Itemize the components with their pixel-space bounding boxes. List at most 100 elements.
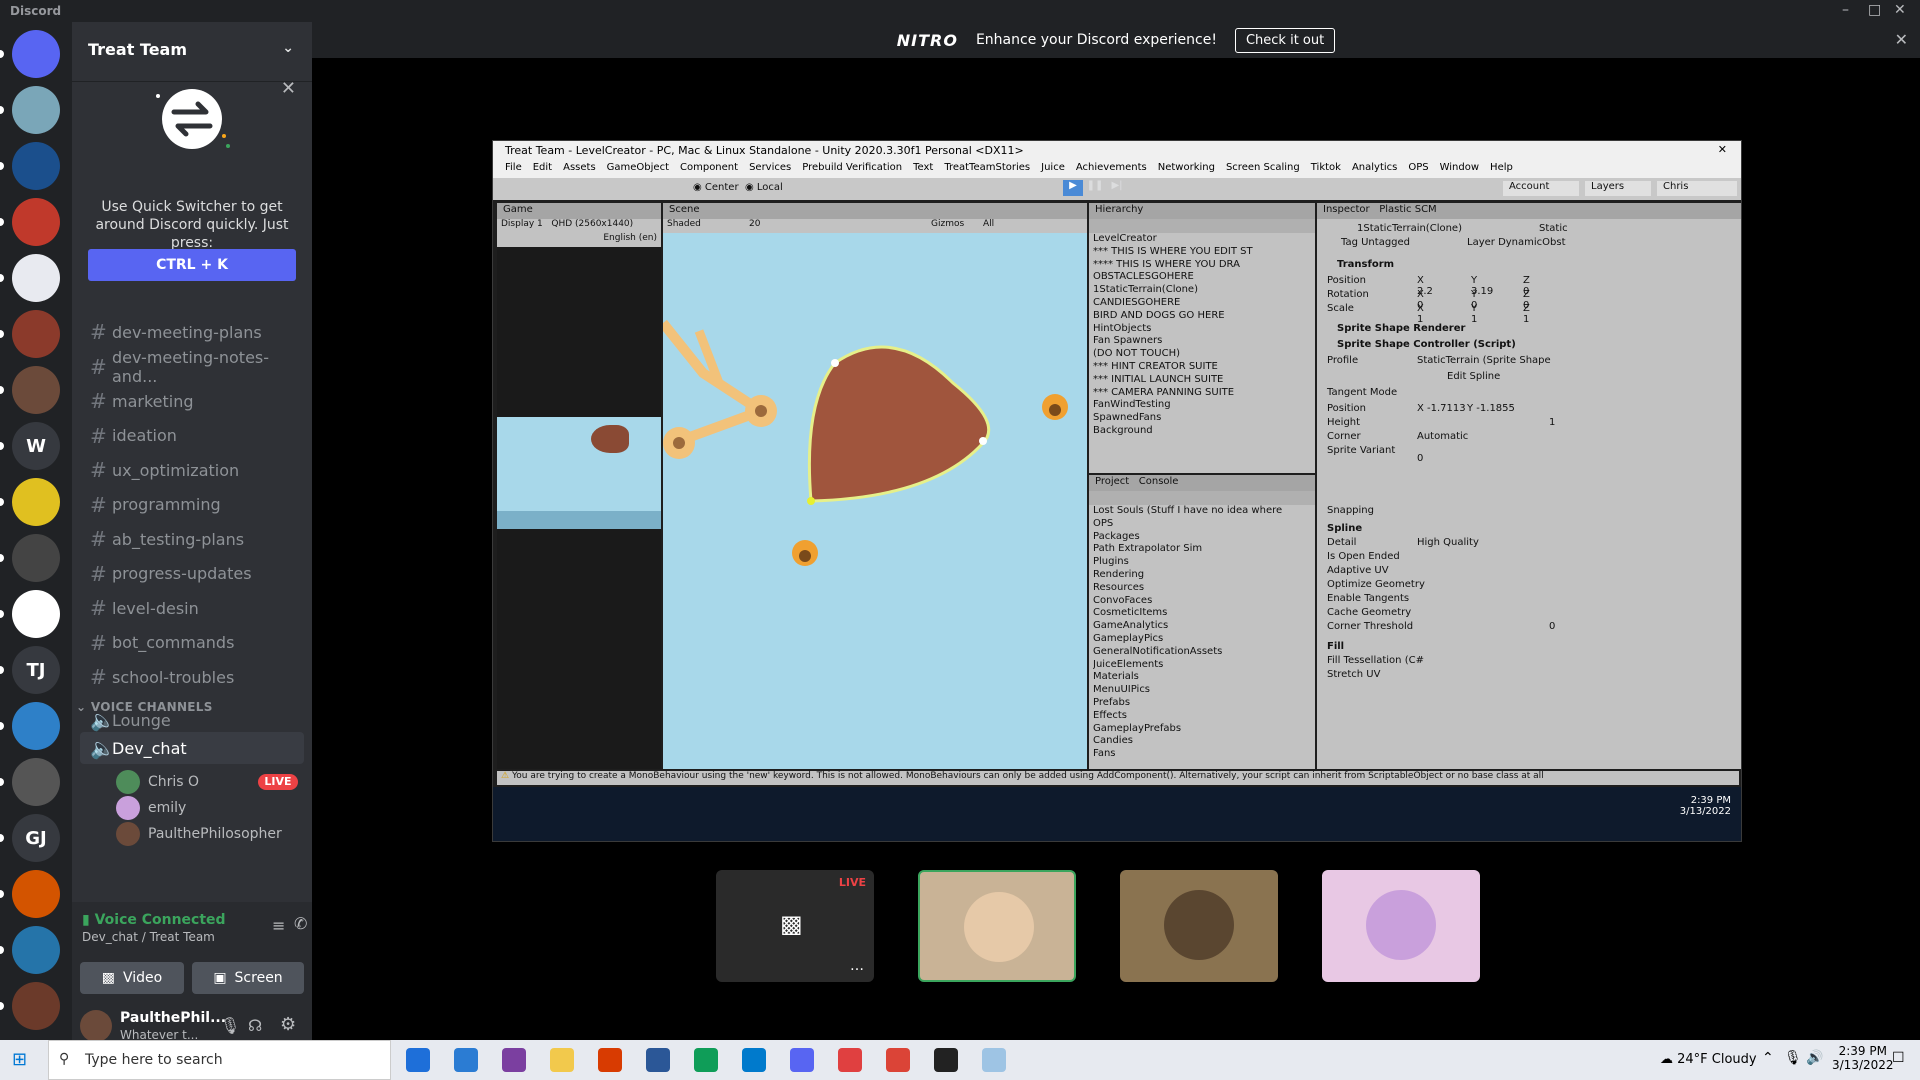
participant-tile-paul[interactable] [1120, 870, 1278, 982]
tray-chevron-icon[interactable]: ⌃ [1762, 1050, 1774, 1066]
unity-icon[interactable] [934, 1048, 958, 1072]
unity-menu-item[interactable]: Window [1440, 162, 1479, 177]
transform-header[interactable]: Transform [1337, 259, 1394, 270]
unity-menu-item[interactable]: Text [913, 162, 933, 177]
point-y-value[interactable]: -1.1855 [1476, 403, 1515, 414]
tag-value[interactable]: Untagged [1361, 237, 1410, 248]
point-x-value[interactable]: -1.7113 [1427, 403, 1466, 414]
step-button[interactable]: ▶| [1107, 180, 1127, 196]
unity-menu-item[interactable]: Screen Scaling [1226, 162, 1300, 177]
scale-y-value[interactable]: 1 [1471, 314, 1477, 325]
unity-menu-item[interactable]: Achievements [1076, 162, 1147, 177]
participant-tile-chris[interactable] [918, 870, 1076, 982]
screen-button[interactable]: ▣ Screen [192, 962, 304, 994]
static-toggle[interactable]: Static [1539, 223, 1568, 234]
close-icon[interactable]: ✕ [281, 78, 296, 99]
maximize-icon[interactable]: □ [1868, 2, 1881, 18]
weather-widget[interactable]: ☁ 24°F Cloudy [1660, 1052, 1757, 1067]
more-options-icon[interactable]: … [850, 958, 864, 974]
tree-item[interactable]: ConvoFaces [1093, 595, 1315, 608]
mail-icon[interactable] [454, 1048, 478, 1072]
unity-menu-item[interactable]: Tiktok [1311, 162, 1341, 177]
server-icon[interactable]: TJ [12, 646, 60, 694]
edit-spline-button[interactable]: Edit Spline [1447, 371, 1500, 382]
game-view[interactable]: Game Display 1 QHD (2560x1440) English (… [497, 203, 661, 769]
microphone-icon[interactable]: 🎙 [220, 1016, 240, 1035]
noise-suppression-icon[interactable]: ≡ [272, 916, 285, 935]
tree-item[interactable]: Background [1093, 425, 1315, 438]
tree-item[interactable]: GameAnalytics [1093, 620, 1315, 633]
sprite-shape-renderer-header[interactable]: Sprite Shape Renderer [1337, 323, 1465, 334]
resolution-dropdown[interactable]: QHD (2560x1440) [551, 219, 633, 229]
channel-item[interactable]: # school-troubles [80, 661, 304, 693]
server-icon[interactable]: W [12, 422, 60, 470]
tree-item[interactable]: (DO NOT TOUCH) [1093, 348, 1315, 361]
shading-dropdown[interactable]: Shaded [667, 219, 701, 229]
quick-switcher-shortcut-button[interactable]: CTRL + K [88, 249, 296, 281]
tab-project[interactable]: Project [1095, 476, 1129, 487]
unity-menu-item[interactable]: TreatTeamStories [944, 162, 1030, 177]
guild-header[interactable]: Treat Team ⌄ [72, 22, 312, 82]
chrome-icon[interactable] [886, 1048, 910, 1072]
scene-search-input[interactable]: All [983, 219, 994, 229]
channel-item[interactable]: # level-desin [80, 592, 304, 624]
server-avatar[interactable] [12, 310, 60, 358]
sprite-shape-terrain[interactable] [807, 345, 991, 503]
pause-button[interactable]: ❚❚ [1085, 180, 1105, 196]
server-avatar[interactable] [12, 702, 60, 750]
channel-item[interactable]: # dev-meeting-plans [80, 316, 304, 348]
tree-item[interactable]: Fans [1093, 748, 1315, 761]
tree-item[interactable]: **** THIS IS WHERE YOU DRA [1093, 259, 1315, 272]
store-icon[interactable] [406, 1048, 430, 1072]
participant-tile-emily[interactable] [1322, 870, 1480, 982]
pivot-local-toggle[interactable]: ◉ Local [745, 182, 783, 193]
server-avatar[interactable] [12, 366, 60, 414]
server-avatar[interactable] [12, 86, 60, 134]
height-value[interactable]: 1 [1549, 417, 1555, 428]
edge-icon[interactable] [694, 1048, 718, 1072]
taskbar-search[interactable]: ⚲ Type here to search [48, 1040, 391, 1080]
spline-point[interactable] [831, 359, 839, 367]
video-button[interactable]: ▩ Video [80, 962, 184, 994]
unity-menu-item[interactable]: Assets [563, 162, 596, 177]
app-icon[interactable] [982, 1048, 1006, 1072]
server-avatar[interactable] [12, 982, 60, 1030]
tree-item[interactable]: Rendering [1093, 569, 1315, 582]
sprite-variant-value[interactable]: 0 [1417, 453, 1423, 464]
tree-item[interactable]: *** HINT CREATOR SUITE [1093, 361, 1315, 374]
unity-menu-item[interactable]: Analytics [1352, 162, 1397, 177]
close-banner-icon[interactable]: ✕ [1895, 30, 1908, 49]
server-avatar[interactable] [12, 870, 60, 918]
console-warning[interactable]: ⚠ You are trying to create a MonoBehavio… [497, 771, 1739, 785]
server-avatar[interactable] [12, 758, 60, 806]
word-icon[interactable] [646, 1048, 670, 1072]
volume-icon[interactable]: 🔊 [1806, 1050, 1823, 1066]
channel-item[interactable]: # progress-updates [80, 558, 304, 590]
folder-icon[interactable] [550, 1048, 574, 1072]
tab-game[interactable]: Game [497, 203, 661, 219]
tree-item[interactable]: CosmeticItems [1093, 607, 1315, 620]
channel-item[interactable]: # ab_testing-plans [80, 523, 304, 555]
unity-menu-item[interactable]: File [505, 162, 522, 177]
taskbar-clock[interactable]: 2:39 PM 3/13/2022 [1832, 1044, 1894, 1072]
tree-item[interactable]: SpawnedFans [1093, 412, 1315, 425]
layout-dropdown[interactable]: Chris [1657, 181, 1737, 196]
close-window-icon[interactable]: ✕ [1894, 2, 1906, 18]
tree-item[interactable]: *** CAMERA PANNING SUITE [1093, 387, 1315, 400]
tree-item[interactable]: Effects [1093, 710, 1315, 723]
tab-scene[interactable]: Scene [663, 203, 1087, 219]
channel-item[interactable]: # marketing [80, 385, 304, 417]
tab-inspector[interactable]: Inspector [1323, 204, 1370, 215]
play-button[interactable]: ▶ [1063, 180, 1083, 196]
server-avatar[interactable] [12, 590, 60, 638]
detail-dropdown[interactable]: High Quality [1417, 537, 1479, 548]
scene-view[interactable]: Scene Shaded 20 Gizmos All [663, 203, 1087, 769]
notifications-icon[interactable]: ☐ [1892, 1050, 1905, 1066]
vscode-icon[interactable] [742, 1048, 766, 1072]
voice-user[interactable]: emily [116, 794, 186, 822]
tree-item[interactable]: Candies [1093, 735, 1315, 748]
pivot-center-toggle[interactable]: ◉ Center [693, 182, 739, 193]
tree-item[interactable]: BIRD AND DOGS GO HERE [1093, 310, 1315, 323]
unity-menu-item[interactable]: Networking [1158, 162, 1215, 177]
profile-field[interactable]: StaticTerrain (Sprite Shape [1417, 355, 1551, 366]
